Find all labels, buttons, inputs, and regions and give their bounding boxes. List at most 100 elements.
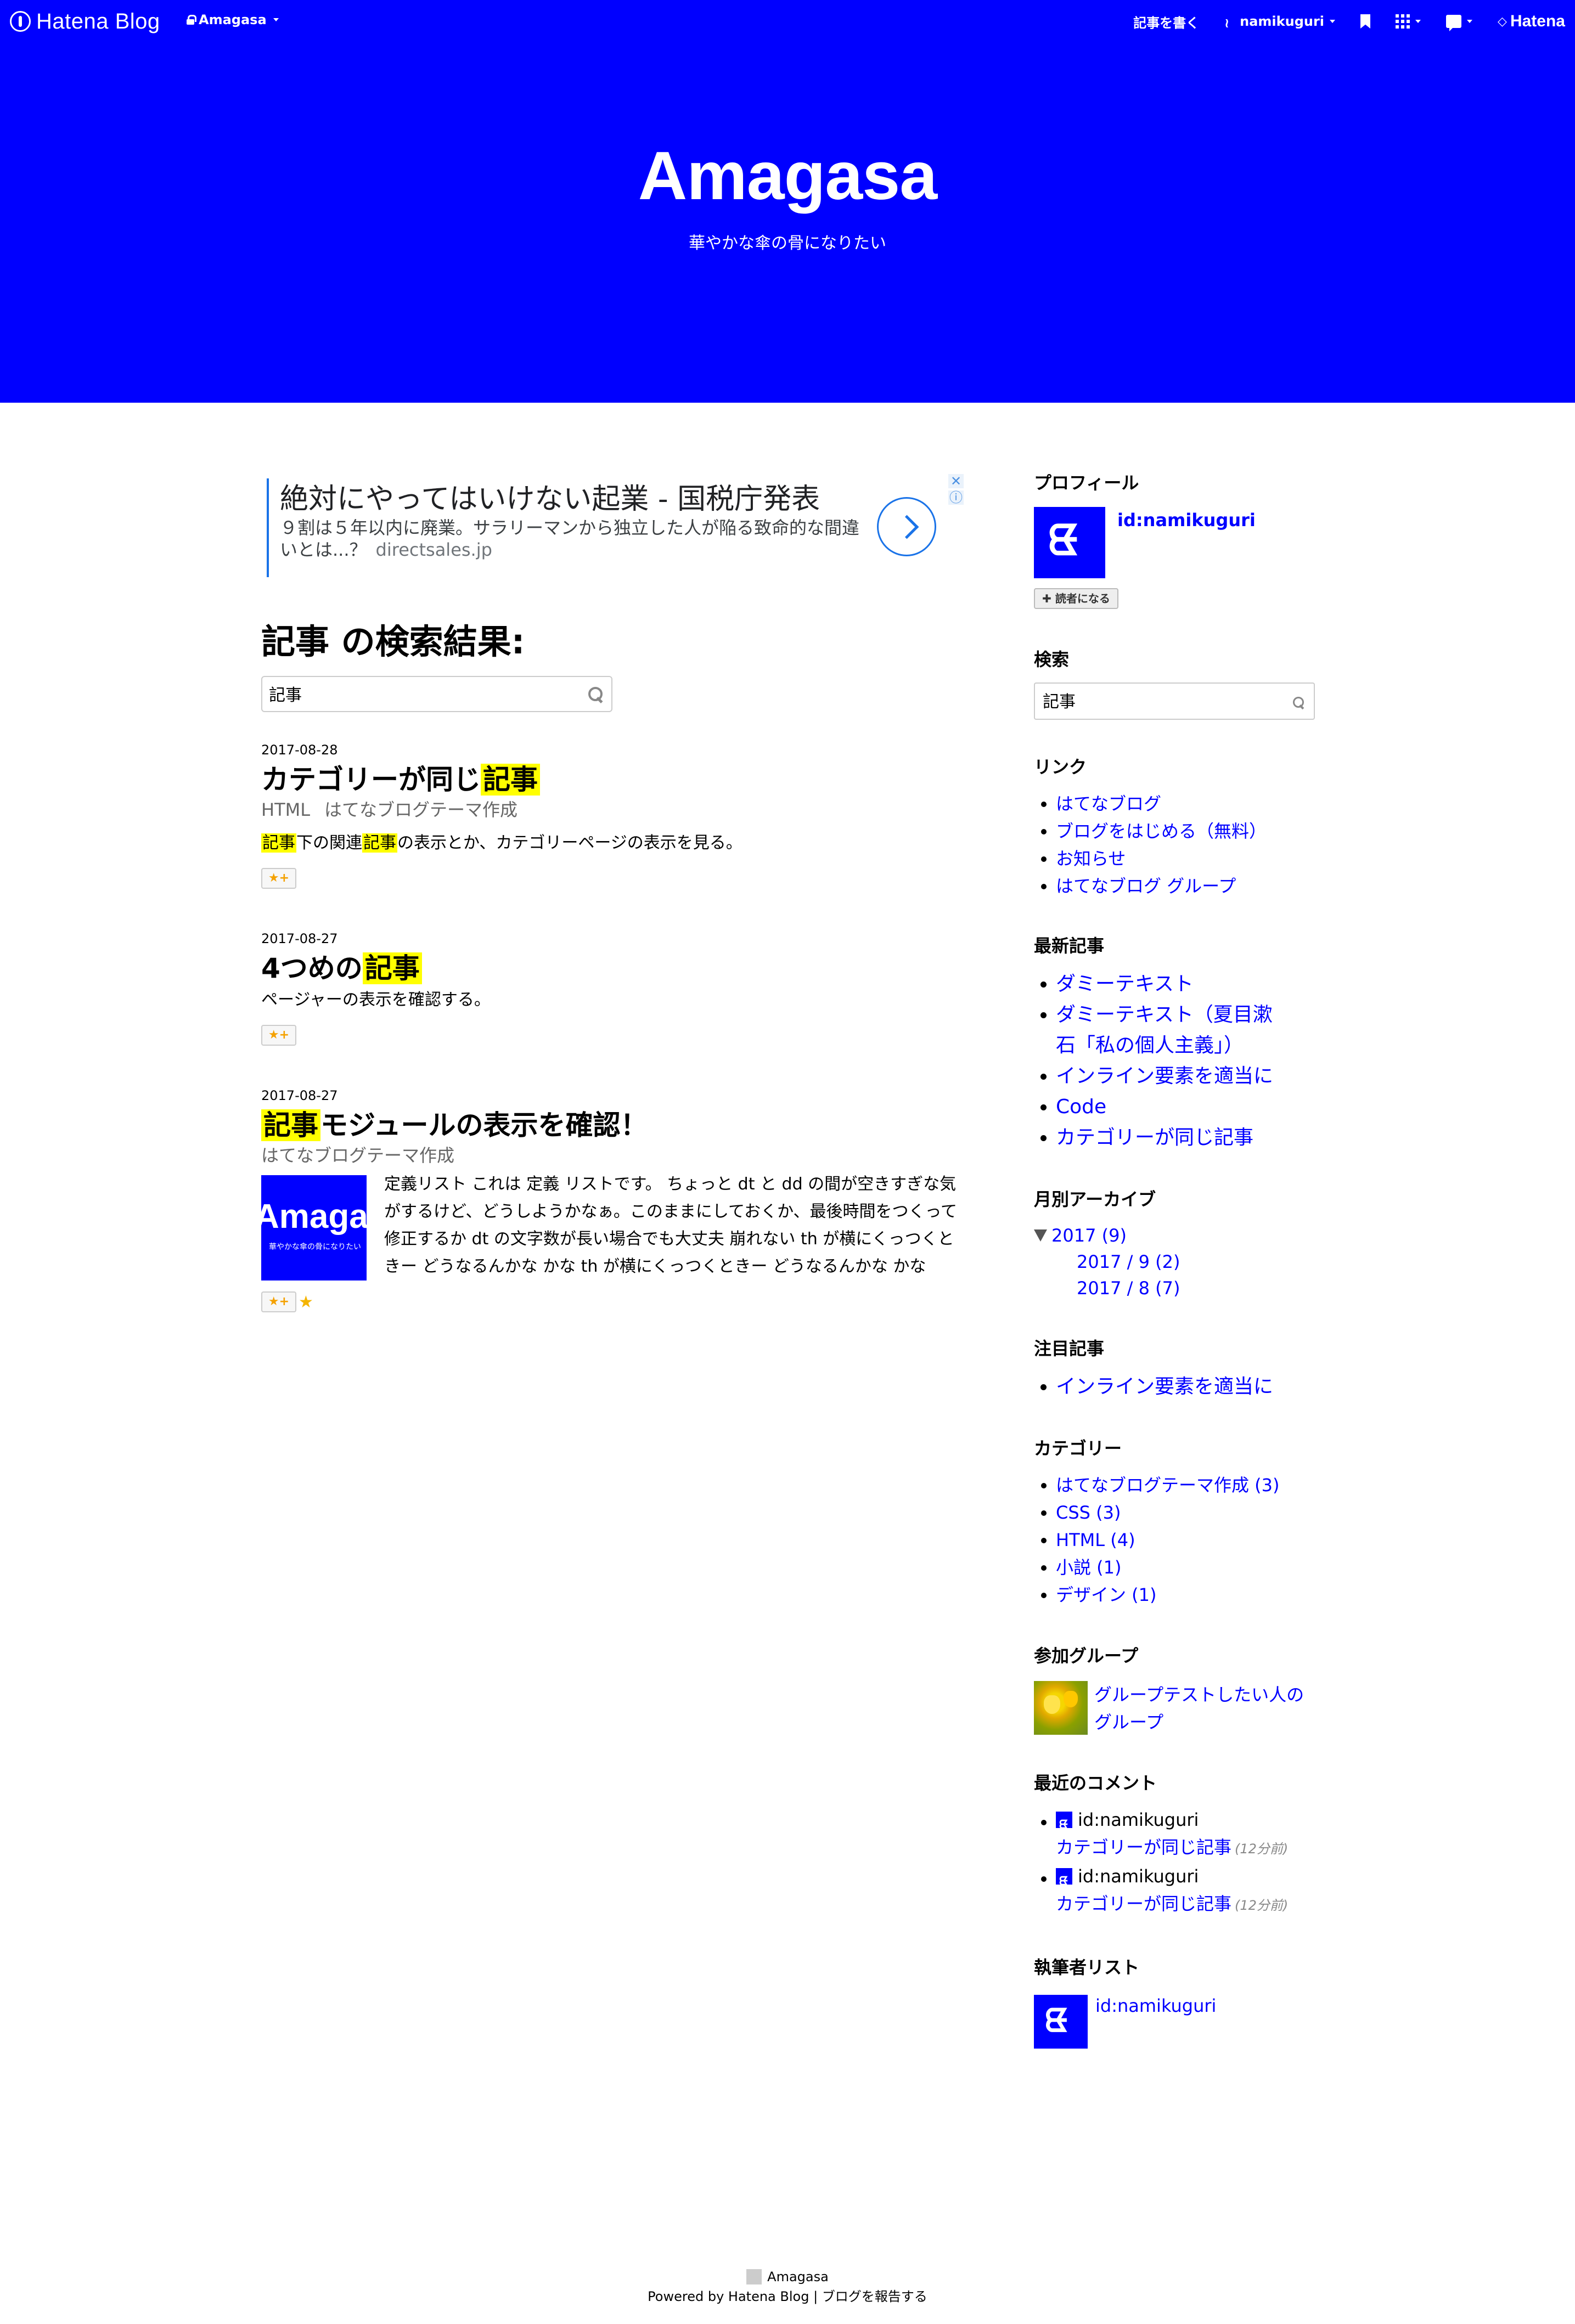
blog-title[interactable]: Amagasa: [638, 138, 937, 214]
module-title: 月別アーカイブ: [1034, 1189, 1156, 1210]
entry-title-highlight[interactable]: 記事: [261, 1109, 320, 1141]
sidebar-link[interactable]: ブログをはじめる（無料）: [1056, 821, 1267, 842]
entry-title-highlight[interactable]: 記事: [362, 952, 422, 984]
report-blog-link[interactable]: ブログを報告する: [822, 2289, 927, 2304]
summary-text: 下の関連: [296, 833, 362, 853]
close-icon[interactable]: ✕: [948, 474, 964, 488]
apps-menu[interactable]: [1396, 14, 1421, 29]
bookmark-icon: [1360, 14, 1371, 29]
avatar[interactable]: ᘀ: [1034, 507, 1105, 578]
entry-thumbnail[interactable]: Amagasa 華やかな傘の骨になりたい: [261, 1175, 367, 1281]
entry-category[interactable]: はてなブログテーマ作成: [324, 799, 518, 820]
entry-title-text[interactable]: カテゴリーが同じ: [261, 764, 481, 796]
add-star-button[interactable]: ★+: [261, 1025, 296, 1046]
author-link[interactable]: id:namikuguri: [1095, 1995, 1216, 2049]
recent-comments-module: 最近のコメント ᘀ id:namikuguri カテゴリーが同じ記事(12分前)…: [1034, 1772, 1319, 1919]
triangle-down-icon[interactable]: [1034, 1229, 1047, 1242]
hatena-blog-logo-text: Hatena Blog: [36, 9, 160, 33]
add-star-button[interactable]: ★+: [261, 1291, 296, 1312]
comment-entry-link[interactable]: カテゴリーが同じ記事: [1056, 1837, 1231, 1858]
ad-title[interactable]: 絶対にやってはいけない起業 - 国税庁発表: [280, 482, 914, 517]
profile-id[interactable]: id:namikuguri: [1117, 509, 1256, 578]
recent-entry-link[interactable]: Code: [1056, 1096, 1106, 1118]
module-title: リンク: [1034, 757, 1087, 777]
entry-category[interactable]: はてなブログテーマ作成: [261, 1145, 454, 1166]
powered-by-link[interactable]: Powered by Hatena Blog: [648, 2289, 809, 2304]
category-link[interactable]: 小説 (1): [1056, 1557, 1122, 1578]
list-item: ダミーテキスト（夏目漱石「私の個人主義」）: [1056, 1000, 1286, 1061]
category-link[interactable]: はてなブログテーマ作成 (3): [1056, 1475, 1280, 1496]
entry-title[interactable]: 記事モジュールの表示を確認！: [261, 1107, 964, 1143]
sidebar-link[interactable]: お知らせ: [1056, 848, 1126, 869]
avatar[interactable]: ᘀ: [1056, 1812, 1072, 1831]
footer-blog-link[interactable]: Amagasa: [767, 2267, 829, 2287]
user-icon: [1224, 15, 1236, 27]
entry-title-text[interactable]: モジュールの表示を確認！: [320, 1109, 648, 1141]
search-input[interactable]: [269, 677, 565, 710]
recent-entry-link[interactable]: ダミーテキスト（夏目漱石「私の個人主義」）: [1056, 1003, 1273, 1057]
entry-category[interactable]: HTML: [261, 799, 310, 820]
recent-entry-link[interactable]: カテゴリーが同じ記事: [1056, 1126, 1253, 1149]
blog-description: 華やかな傘の骨になりたい: [689, 234, 886, 253]
category-link[interactable]: デザイン (1): [1056, 1584, 1157, 1605]
module-title: 執筆者リスト: [1034, 1957, 1140, 1978]
archive-year[interactable]: 2017 (9): [1034, 1222, 1319, 1249]
global-header-menu: 記事を書く namikuguri ◇ Hatena: [1108, 0, 1565, 43]
footer-links: Powered by Hatena Blog | ブログを報告する: [0, 2287, 1575, 2306]
search-icon[interactable]: [588, 687, 604, 702]
comment-user-id[interactable]: id:namikuguri: [1078, 1863, 1199, 1890]
blog-icon: [746, 2269, 762, 2284]
notification-menu[interactable]: [1446, 15, 1473, 31]
avatar[interactable]: ᘀ: [1034, 1995, 1088, 2049]
comment-user-id[interactable]: id:namikuguri: [1078, 1806, 1199, 1834]
recent-entries-list: ダミーテキスト ダミーテキスト（夏目漱石「私の個人主義」） インライン要素を適当…: [1034, 969, 1286, 1153]
list-item: お知らせ: [1056, 845, 1319, 872]
ad-body[interactable]: 絶対にやってはいけない起業 - 国税庁発表 ９割は５年以内に廃業。サラリーマンか…: [267, 478, 914, 577]
sidebar-link[interactable]: はてなブログ: [1056, 793, 1161, 814]
subscribe-button[interactable]: ✚ 読者になる: [1034, 588, 1118, 609]
entry-categories: はてなブログテーマ作成: [261, 1143, 964, 1167]
archive-list: 2017 (9) 2017 / 9 (2) 2017 / 8 (7): [1034, 1222, 1319, 1301]
star-row: ★+ ★: [261, 1281, 964, 1312]
blog-switcher[interactable]: Amagasa: [187, 12, 279, 27]
sidebar-search-input[interactable]: [1043, 684, 1273, 717]
user-menu[interactable]: namikuguri: [1224, 14, 1336, 29]
star-icon[interactable]: ★: [299, 1293, 313, 1312]
apps-grid-icon: [1396, 14, 1410, 29]
ad-url[interactable]: directsales.jp: [376, 539, 492, 560]
archive-month-link[interactable]: 2017 / 9 (2): [1077, 1251, 1180, 1272]
links-list: はてなブログ ブログをはじめる（無料） お知らせ はてなブログ グループ: [1034, 790, 1319, 900]
archive-year-link[interactable]: 2017 (9): [1051, 1222, 1127, 1249]
sidebar-link[interactable]: はてなブログ グループ: [1056, 876, 1236, 896]
search-icon[interactable]: [1293, 697, 1305, 709]
entry-title-text[interactable]: 4つめの: [261, 952, 363, 984]
popular-entry-link[interactable]: インライン要素を適当に: [1056, 1375, 1273, 1398]
group-link[interactable]: グループテストしたい人のグループ: [1094, 1681, 1319, 1736]
hatena-home-link[interactable]: ◇ Hatena: [1498, 12, 1565, 31]
ad-banner[interactable]: 絶対にやってはいけない起業 - 国税庁発表 ９割は５年以内に廃業。サラリーマンか…: [261, 472, 964, 582]
thumbnail-title: Amagasa: [261, 1198, 367, 1236]
group-thumbnail[interactable]: [1034, 1681, 1088, 1735]
bookmark-button[interactable]: [1360, 14, 1371, 29]
user-icon: ᘀ: [1059, 1874, 1068, 1888]
entry-title[interactable]: 4つめの記事: [261, 950, 964, 986]
info-icon[interactable]: ⓘ: [948, 490, 964, 505]
category-link[interactable]: CSS (3): [1056, 1502, 1121, 1523]
chevron-down-icon: [1330, 20, 1336, 23]
recent-entry-link[interactable]: ダミーテキスト: [1056, 973, 1194, 995]
write-entry-link[interactable]: 記事を書く: [1133, 12, 1199, 31]
list-item: ダミーテキスト: [1056, 969, 1286, 1000]
hatena-blog-logo[interactable]: Hatena Blog: [10, 7, 160, 36]
add-star-button[interactable]: ★+: [261, 868, 296, 889]
entry-categories: HTML はてなブログテーマ作成: [261, 798, 964, 822]
entry-title-highlight[interactable]: 記事: [481, 764, 540, 796]
group-row: グループテストしたい人のグループ: [1034, 1681, 1319, 1736]
category-link[interactable]: HTML (4): [1056, 1530, 1135, 1550]
arrow-right-icon[interactable]: [877, 497, 936, 556]
comment-entry-link[interactable]: カテゴリーが同じ記事: [1056, 1893, 1231, 1914]
ad-text-body: ９割は５年以内に廃業。サラリーマンから独立した人が陥る致命的な間違いとは...？: [280, 517, 860, 560]
archive-month-link[interactable]: 2017 / 8 (7): [1077, 1278, 1180, 1299]
recent-entry-link[interactable]: インライン要素を適当に: [1056, 1065, 1273, 1087]
avatar[interactable]: ᘀ: [1056, 1868, 1072, 1888]
entry-title[interactable]: カテゴリーが同じ記事: [261, 761, 964, 798]
